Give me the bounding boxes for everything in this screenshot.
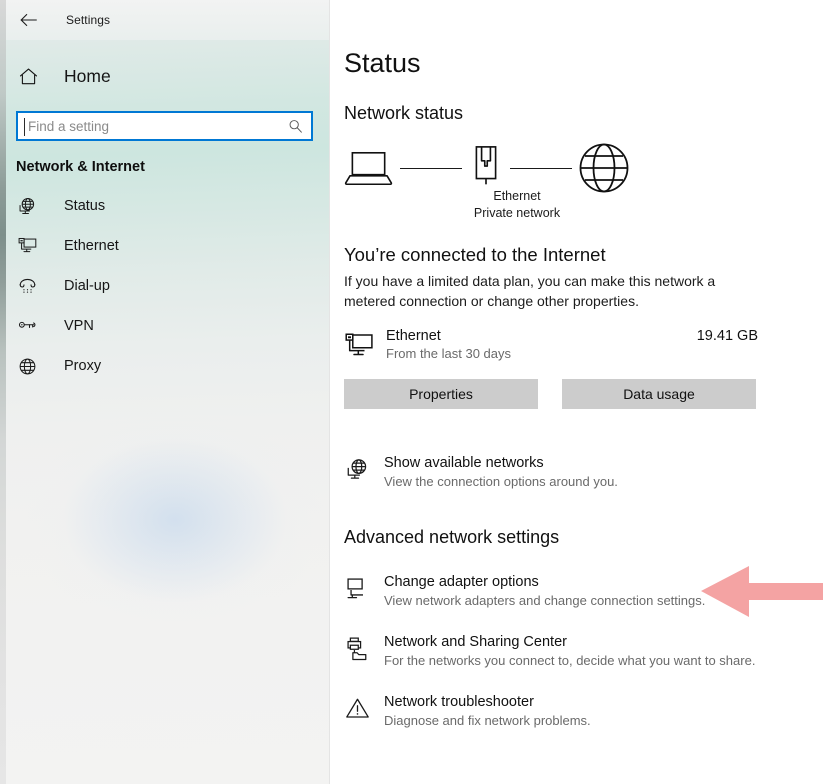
diagram-link-left xyxy=(400,167,462,169)
sidebar-item-home[interactable]: Home xyxy=(0,56,329,96)
link-subtitle: Diagnose and fix network problems. xyxy=(384,712,591,728)
ethernet-monitor-icon xyxy=(344,331,376,361)
search-input[interactable] xyxy=(18,113,311,139)
search-icon[interactable] xyxy=(288,119,303,134)
show-available-networks-link[interactable]: Show available networks View the connect… xyxy=(344,455,838,489)
sidebar-item-label: Ethernet xyxy=(64,238,119,254)
diagram-link-right xyxy=(510,167,572,169)
back-arrow-icon xyxy=(20,13,37,27)
ethernet-port-icon xyxy=(468,144,504,192)
network-troubleshooter-link[interactable]: Network troubleshooter Diagnose and fix … xyxy=(344,694,838,728)
back-button[interactable] xyxy=(14,6,44,34)
link-title: Network troubleshooter xyxy=(384,693,534,710)
link-title: Show available networks xyxy=(384,454,544,471)
monitor-network-icon xyxy=(344,576,370,602)
link-subtitle: View the connection options around you. xyxy=(384,473,618,489)
key-icon xyxy=(16,315,38,337)
warning-triangle-icon xyxy=(344,696,370,722)
sidebar-item-label: Status xyxy=(64,198,106,214)
globe-monitor-icon xyxy=(344,457,370,483)
link-subtitle: View network adapters and change connect… xyxy=(384,592,706,608)
sidebar-item-status[interactable]: Status xyxy=(0,186,329,226)
link-title: Network and Sharing Center xyxy=(384,633,567,650)
advanced-settings-heading: Advanced network settings xyxy=(344,526,560,547)
sidebar: Settings Home Network & Internet xyxy=(0,0,330,784)
sidebar-item-proxy[interactable]: Proxy xyxy=(0,346,329,386)
network-sharing-center-link[interactable]: Network and Sharing Center For the netwo… xyxy=(344,634,838,668)
change-adapter-options-link[interactable]: Change adapter options View network adap… xyxy=(344,574,838,608)
laptop-icon xyxy=(344,149,394,187)
telephone-icon xyxy=(16,275,38,297)
adapter-name: Ethernet xyxy=(386,327,441,344)
globe-icon xyxy=(578,142,630,194)
sidebar-nav: Status Ethernet Dial-up VPN Proxy xyxy=(0,186,329,386)
printer-folder-icon xyxy=(344,636,370,662)
sidebar-item-dial-up[interactable]: Dial-up xyxy=(0,266,329,306)
adapter-period: From the last 30 days xyxy=(386,345,511,361)
link-text-block: Network troubleshooter Diagnose and fix … xyxy=(384,694,591,728)
diagram-caption-line1: Ethernet xyxy=(493,189,541,203)
adapter-actions: Properties Data usage xyxy=(344,378,838,409)
window-left-edge xyxy=(0,0,6,784)
adapter-data-usage: 19.41 GB xyxy=(696,327,758,344)
title-bar: Settings xyxy=(0,0,329,40)
text-caret xyxy=(24,118,25,136)
sidebar-item-label: Dial-up xyxy=(64,278,110,294)
network-diagram: Ethernet Private network xyxy=(344,142,664,234)
settings-window: Settings Home Network & Internet xyxy=(0,0,838,784)
diagram-caption-line2: Private network xyxy=(473,205,561,220)
properties-button[interactable]: Properties xyxy=(344,378,538,409)
active-adapter-row: Ethernet From the last 30 days 19.41 GB xyxy=(344,328,758,361)
globe-icon xyxy=(16,355,38,377)
home-icon xyxy=(16,64,40,88)
sidebar-item-vpn[interactable]: VPN xyxy=(0,306,329,346)
link-title: Change adapter options xyxy=(384,573,539,590)
connection-status-description: If you have a limited data plan, you can… xyxy=(344,273,716,310)
page-title: Status xyxy=(344,48,421,78)
main-content: Status Network status Ethernet Private n… xyxy=(330,0,838,784)
ethernet-monitor-icon xyxy=(16,235,38,257)
sidebar-item-label: VPN xyxy=(64,318,94,334)
link-subtitle: For the networks you connect to, decide … xyxy=(384,652,756,668)
network-status-heading: Network status xyxy=(344,103,464,123)
connection-status-title: You’re connected to the Internet xyxy=(344,244,606,265)
data-usage-button[interactable]: Data usage xyxy=(562,378,756,409)
sidebar-item-label: Proxy xyxy=(64,358,102,374)
link-text-block: Change adapter options View network adap… xyxy=(384,574,705,608)
diagram-caption: Ethernet Private network xyxy=(422,188,612,222)
home-label: Home xyxy=(64,65,111,86)
globe-monitor-icon xyxy=(16,195,38,217)
sidebar-category-title: Network & Internet xyxy=(16,159,145,175)
link-text-block: Show available networks View the connect… xyxy=(384,455,618,489)
adapter-text-block: Ethernet From the last 30 days xyxy=(386,328,697,361)
link-text-block: Network and Sharing Center For the netwo… xyxy=(384,634,755,668)
sidebar-item-ethernet[interactable]: Ethernet xyxy=(0,226,329,266)
search-box[interactable] xyxy=(16,111,313,141)
window-title: Settings xyxy=(66,13,111,27)
